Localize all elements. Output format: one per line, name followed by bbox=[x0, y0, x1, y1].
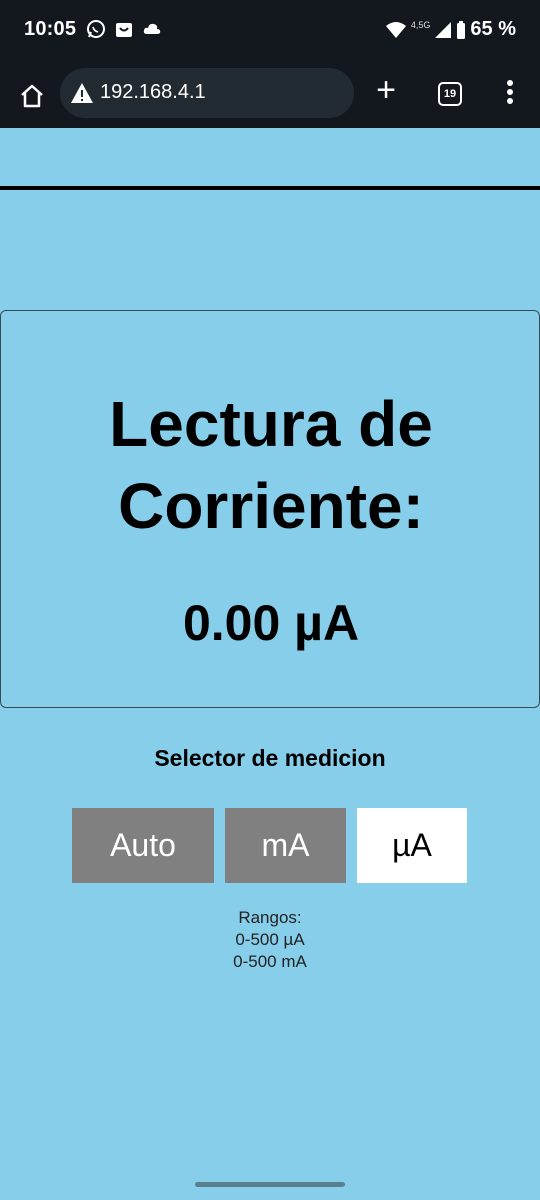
system-status: 4,5G 65 % bbox=[385, 18, 516, 41]
not-secure-warning-icon[interactable] bbox=[70, 82, 94, 104]
status-bar: 10:05 4,5G 65 % bbox=[0, 0, 540, 62]
gesture-nav-handle[interactable] bbox=[195, 1182, 345, 1187]
mode-auto-button[interactable]: Auto bbox=[72, 808, 214, 883]
notification-icons bbox=[86, 19, 162, 39]
toolbar-divider bbox=[0, 186, 540, 190]
wifi-icon bbox=[385, 21, 406, 38]
shopping-bag-icon bbox=[116, 23, 132, 37]
browser-menu-icon[interactable] bbox=[505, 80, 515, 108]
browser-toolbar: 192.168.4.1 + 19 bbox=[0, 62, 540, 190]
range-ua: 0-500 µA bbox=[235, 930, 305, 949]
home-icon[interactable] bbox=[18, 82, 46, 110]
reading-title: Lectura de Corriente: bbox=[1, 383, 540, 547]
whatsapp-icon bbox=[87, 20, 105, 38]
address-bar[interactable]: 192.168.4.1 bbox=[60, 68, 354, 118]
current-value: 0.00 µA bbox=[182, 595, 360, 651]
cloud-icon bbox=[143, 23, 161, 34]
status-time: 10:05 bbox=[24, 18, 77, 40]
ranges-title: Rangos: bbox=[238, 908, 302, 927]
reading-title-line-1: Lectura de bbox=[109, 388, 433, 460]
mode-ua-button[interactable]: µA bbox=[357, 808, 467, 883]
tab-switcher-button[interactable]: 19 bbox=[438, 82, 462, 106]
ranges-info: Rangos: 0-500 µA 0-500 mA bbox=[0, 907, 540, 973]
current-reading-card: Lectura de Corriente: 0.00 µA bbox=[0, 310, 540, 708]
selector-title: Selector de medicion bbox=[154, 745, 386, 771]
battery-icon bbox=[457, 20, 466, 39]
battery-percentage: 65 % bbox=[470, 18, 516, 40]
reading-title-line-2: Corriente: bbox=[118, 470, 424, 542]
mode-ma-button[interactable]: mA bbox=[225, 808, 346, 883]
url-text[interactable]: 192.168.4.1 bbox=[100, 81, 206, 104]
signal-icon bbox=[435, 21, 452, 38]
network-type-label: 4,5G bbox=[410, 19, 431, 30]
range-ma: 0-500 mA bbox=[233, 952, 307, 971]
new-tab-button[interactable]: + bbox=[372, 73, 400, 107]
